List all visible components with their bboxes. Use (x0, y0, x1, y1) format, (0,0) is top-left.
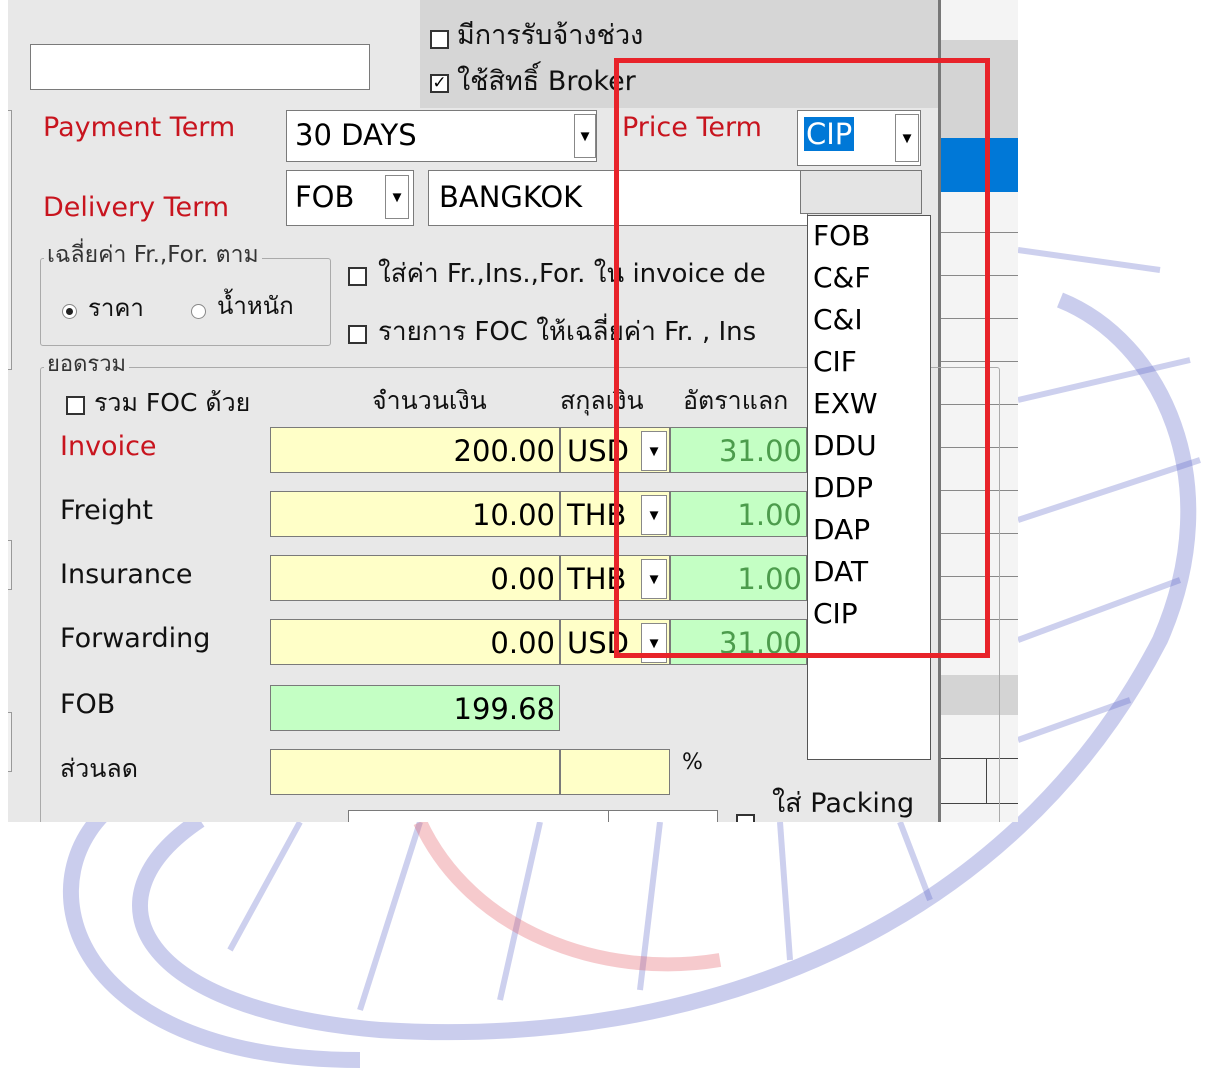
left-edge-control (8, 110, 12, 370)
packing-label: ใส่ Packing (772, 788, 915, 819)
amount-column-header: จำนวนเงิน (372, 386, 487, 415)
delivery-place-value: BANGKOK (439, 180, 583, 214)
freight-amount-field[interactable]: 10.00 (270, 491, 560, 537)
fob-row-label: FOB (60, 689, 116, 720)
invoice-row-label: Invoice (60, 431, 157, 462)
reference-input[interactable] (30, 44, 370, 90)
allocate-by-weight-label: น้ำหนัก (217, 292, 294, 320)
discount-percent-field[interactable] (560, 749, 670, 795)
freight-row-label: Freight (60, 495, 154, 526)
delivery-term-label: Delivery Term (43, 192, 230, 223)
packing-checkbox[interactable] (736, 814, 755, 822)
forwarding-row-label: Forwarding (60, 623, 211, 654)
invoice-amount-field[interactable]: 200.00 (270, 427, 560, 473)
subcontract-checkbox[interactable] (430, 30, 449, 49)
include-foc-label: รวม FOC ด้วย (94, 388, 251, 417)
allocate-by-price-label: ราคา (88, 294, 144, 322)
foc-allocate-checkbox[interactable] (348, 325, 367, 344)
discount-row-label: ส่วนลด (60, 754, 138, 783)
fob-value-field: 199.68 (270, 685, 560, 731)
delivery-term-code: FOB (295, 180, 355, 214)
payment-term-value: 30 DAYS (295, 118, 417, 152)
allocation-group-title: เฉลี่ยค่า Fr.,For. ตาม (44, 244, 262, 267)
payment-term-dropdown-button[interactable] (574, 114, 596, 158)
payment-term-select[interactable]: 30 DAYS (286, 110, 597, 162)
percent-label: % (682, 750, 703, 775)
discount-amount-field[interactable] (270, 749, 560, 795)
left-edge-control (8, 540, 12, 590)
delivery-term-dropdown-button[interactable] (385, 175, 409, 219)
export-invoice-panel: มีการรับจ้างช่วง ✓ ใช้สิทธิ์ Broker Paym… (8, 0, 1018, 822)
broker-label: ใช้สิทธิ์ Broker (457, 66, 636, 97)
fr-ins-in-invoice-checkbox[interactable] (348, 267, 367, 286)
subcontract-label: มีการรับจ้างช่วง (457, 20, 644, 51)
totals-group-title: ยอดรวม (44, 354, 130, 376)
allocate-by-weight-radio[interactable] (191, 304, 206, 319)
broker-checkbox[interactable]: ✓ (430, 74, 449, 93)
include-foc-checkbox[interactable] (66, 396, 85, 415)
payment-term-label: Payment Term (43, 112, 236, 143)
bottom-row-field[interactable] (348, 810, 613, 822)
allocate-by-price-radio[interactable] (62, 304, 77, 319)
bottom-row-field-2[interactable] (608, 810, 718, 822)
left-edge-control (8, 712, 12, 772)
highlight-box (614, 58, 990, 658)
insurance-amount-field[interactable]: 0.00 (270, 555, 560, 601)
forwarding-amount-field[interactable]: 0.00 (270, 619, 560, 665)
insurance-row-label: Insurance (60, 559, 193, 590)
